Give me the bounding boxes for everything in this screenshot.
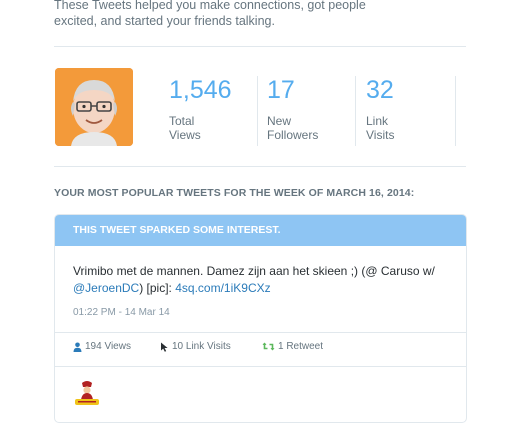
tweet-text: Vrimibo met de mannen. Damez zijn aan he… [73,264,435,295]
divider [54,166,466,167]
retweets-count: 1 Retweet [278,341,324,352]
retweets-metric: 1 Retweet [262,341,323,352]
stat-value: 32 [366,76,394,104]
divider [55,366,466,367]
card-header: THIS TWEET SPARKED SOME INTEREST. [55,215,466,246]
stat-total-views: 1,546 Total Views [169,74,239,142]
stat-new-followers: 17 New Followers [267,74,337,142]
intro-line-2: excited, and started your friends talkin… [54,14,275,28]
mention-link[interactable]: @JeroenDC [73,281,139,295]
intro-line-1: These Tweets helped you make connections… [54,0,366,12]
tweet-url-link[interactable]: 4sq.com/1iK9CXz [175,281,270,295]
divider [55,332,466,333]
stat-label: New Followers [267,114,319,142]
avatar [55,68,133,146]
views-metric: 194 Views [73,341,131,352]
stat-link-visits: 32 Link Visits [366,74,436,142]
person-icon [73,342,82,352]
intro-text: These Tweets helped you make connections… [54,0,454,29]
stat-label: Link Visits [366,114,395,142]
stat-value: 17 [267,76,295,104]
views-count: 194 Views [85,341,131,352]
divider [257,76,258,146]
divider [355,76,356,146]
cursor-icon [161,342,168,352]
tweet-card[interactable]: THIS TWEET SPARKED SOME INTEREST. Vrimib… [54,214,467,423]
link-visits-count: 10 Link Visits [172,341,231,352]
retweet-icon [262,342,275,351]
section-title: YOUR MOST POPULAR TWEETS FOR THE WEEK OF… [54,187,415,199]
caruso-logo [73,379,101,407]
divider [54,46,466,47]
tweet-timestamp: 01:22 PM - 14 Mar 14 [73,307,170,318]
link-visits-metric: 10 Link Visits [160,341,231,352]
stat-label: Total Views [169,114,201,142]
divider [455,76,456,146]
stat-value: 1,546 [169,76,232,104]
